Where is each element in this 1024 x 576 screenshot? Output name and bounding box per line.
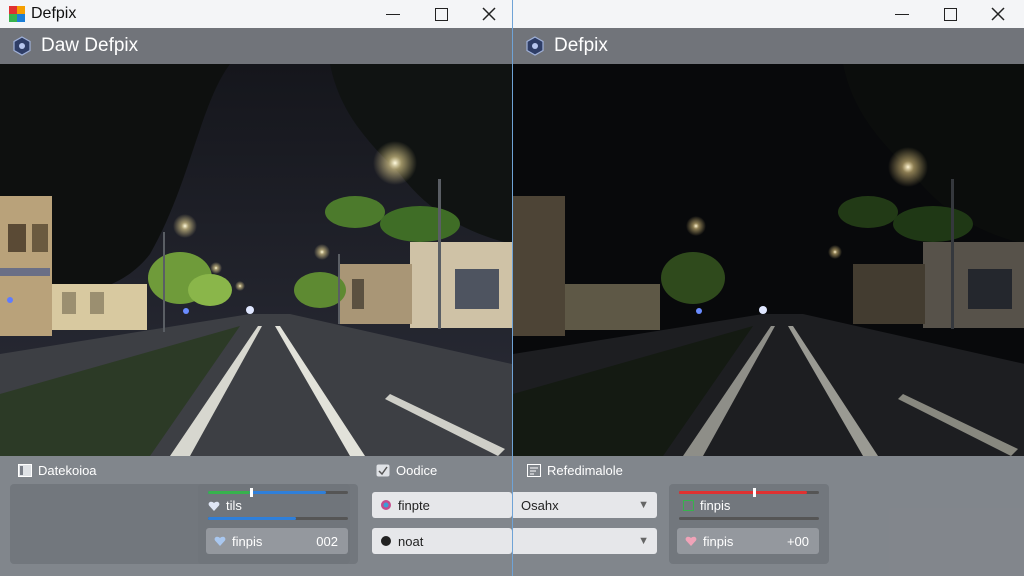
panel-label: Datekoioa [18,463,97,478]
close-icon [482,7,496,21]
dropdown-1-option[interactable]: Osahx ▼ [513,492,657,518]
left-window: Defpix Daw Defpix Datekoioa Oodice tils … [0,0,512,576]
hexagon-logo-icon [13,36,31,56]
field-label-row: finpis [683,498,730,513]
panel-icon [18,464,32,477]
bottom-control-panel: Datekoioa Oodice tils finpis 002 finpte … [0,456,512,576]
panel-icon [527,464,541,477]
heart-icon [214,536,226,546]
dropdown-2[interactable]: noat [372,528,512,554]
title-bar[interactable]: Defpix [0,0,512,28]
slider-fill [679,491,807,494]
maximize-icon [434,7,448,21]
close-button[interactable] [466,0,512,28]
app-name: Defpix [554,35,608,56]
color-dot-icon [381,500,391,510]
checkbox-icon[interactable] [683,500,694,511]
close-button[interactable] [975,0,1021,28]
app-name: Daw Defpix [41,35,139,56]
panel-icon [376,464,390,477]
dropdown-section-label: Oodice [376,463,437,478]
slider-track-2[interactable] [679,517,819,520]
right-window: Defpix Refedimalole Osahx ▼ ▼ finpis fin… [512,0,1024,576]
maximize-button[interactable] [927,0,973,28]
maximize-button[interactable] [418,0,464,28]
value-field[interactable]: finpis 002 [206,528,348,554]
chevron-down-icon: ▼ [638,499,649,511]
app-logo-icon [9,6,25,22]
slider-fill-2 [208,517,296,520]
close-icon [991,7,1005,21]
heart-icon [685,536,697,546]
app-header: Defpix [513,28,1024,64]
field-value: 002 [316,534,338,549]
adjust-card: tils finpis 002 [198,484,358,564]
value-field[interactable]: finpis +00 [677,528,819,554]
bottom-control-panel: Refedimalole Osahx ▼ ▼ finpis finpis +00 [513,456,1024,576]
field-label-row: tils [208,498,242,513]
heart-icon [208,501,220,511]
color-dot-icon [381,536,391,546]
title-bar[interactable] [513,0,1024,28]
minimize-icon [386,13,400,15]
minimize-icon [895,13,909,15]
slider-fill-green [208,491,250,494]
field-value: +00 [786,534,809,549]
dropdown-2-tail[interactable]: ▼ [513,528,657,554]
minimize-button[interactable] [370,0,416,28]
minimize-button[interactable] [879,0,925,28]
hexagon-logo-icon [526,36,544,56]
chevron-down-icon: ▼ [638,535,649,547]
app-header: Daw Defpix [0,28,512,64]
night-street-photo-denoised [513,64,1024,456]
maximize-icon [943,7,957,21]
window-title: Defpix [31,5,77,22]
night-street-photo-noisy [0,64,512,456]
dropdown-1[interactable]: finpte [372,492,512,518]
panel-label: Refedimalole [527,463,623,478]
slider-knob[interactable] [250,488,253,497]
adjust-card: finpis finpis +00 [669,484,829,564]
slider-knob[interactable] [753,488,756,497]
